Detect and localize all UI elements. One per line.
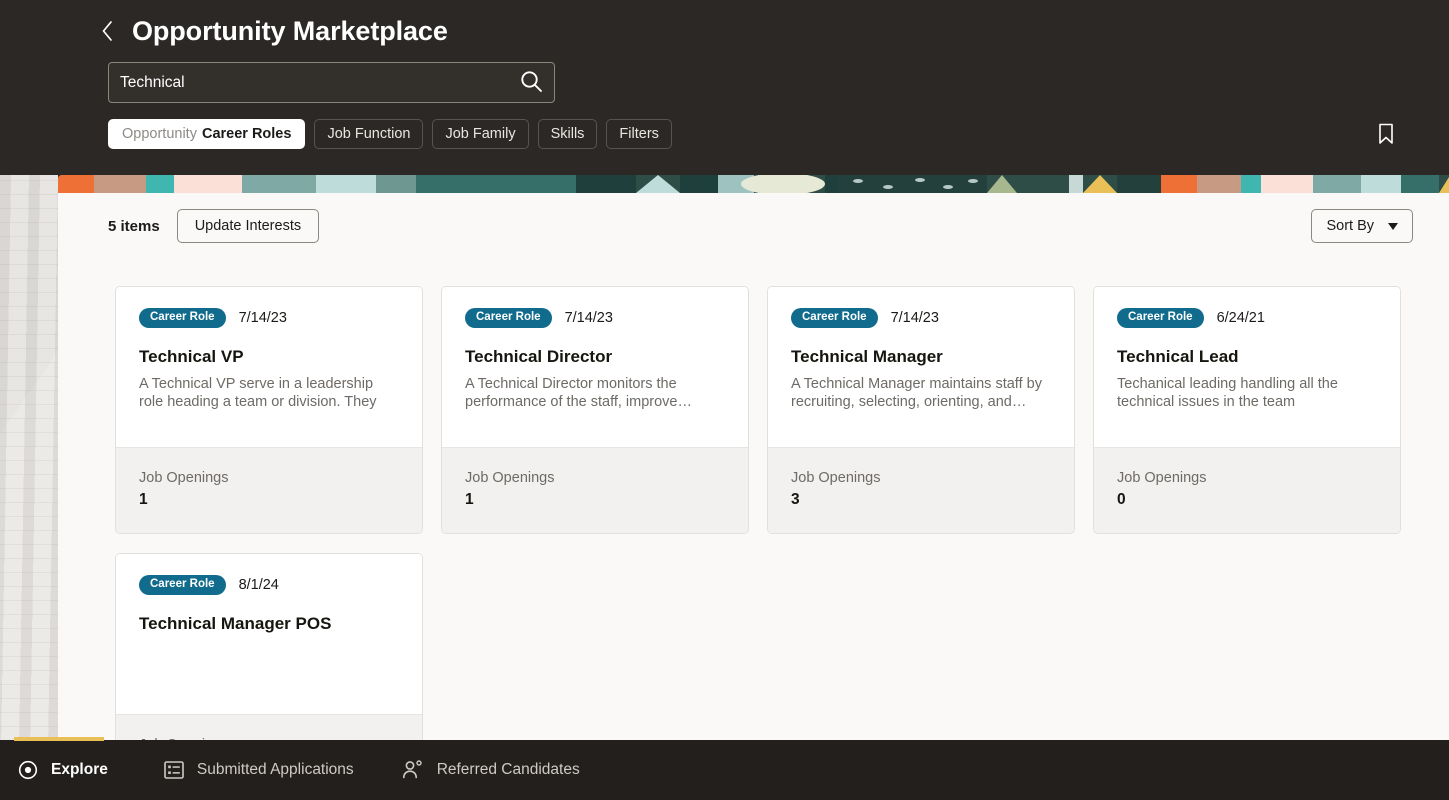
target-eye-icon bbox=[16, 758, 40, 782]
card-description: A Technical Director monitors the perfor… bbox=[465, 375, 693, 411]
app-screen: Opportunity Marketplace Opportunity Care… bbox=[0, 0, 1449, 800]
pill-job-family[interactable]: Job Family bbox=[432, 119, 529, 149]
status-badge: Career Role bbox=[139, 308, 226, 328]
card-description: Techanical leading handling all the tech… bbox=[1117, 375, 1338, 411]
card-top: Career Role 8/1/24 Technical Manager POS bbox=[116, 554, 422, 714]
card-footer: Job Openings 0 bbox=[1094, 447, 1400, 533]
nav-item-referred-candidates[interactable]: Referred Candidates bbox=[400, 740, 602, 800]
card-title: Technical VP bbox=[139, 346, 244, 366]
panel-body: 5 items Update Interests Sort By Career … bbox=[58, 193, 1449, 740]
job-openings-label: Job Openings bbox=[465, 470, 555, 486]
bottom-navigation: Explore Submitted Applications Referred … bbox=[0, 740, 1449, 800]
nav-label: Explore bbox=[51, 761, 108, 778]
nav-item-submitted-applications[interactable]: Submitted Applications bbox=[162, 740, 376, 800]
search-button[interactable] bbox=[508, 63, 554, 102]
update-interests-button[interactable]: Update Interests bbox=[176, 209, 320, 243]
items-count: 5 items bbox=[108, 217, 160, 235]
card-description: A Technical VP serve in a leadership rol… bbox=[139, 375, 377, 411]
card-meta: Career Role 7/14/23 bbox=[791, 308, 1051, 328]
card-title: Technical Manager bbox=[791, 346, 943, 366]
card-date: 7/14/23 bbox=[890, 309, 939, 326]
card-grid: Career Role 7/14/23 Technical VP A Techn… bbox=[115, 286, 1405, 740]
main-panel: 5 items Update Interests Sort By Career … bbox=[58, 175, 1449, 740]
card-footer: Job Openings 3 bbox=[768, 447, 1074, 533]
job-openings-label: Job Openings bbox=[139, 470, 229, 486]
nav-item-explore[interactable]: Explore bbox=[16, 740, 108, 800]
card-technical-manager[interactable]: Career Role 7/14/23 Technical Manager A … bbox=[767, 286, 1075, 534]
sort-by-dropdown[interactable]: Sort By bbox=[1311, 209, 1413, 243]
nav-label: Submitted Applications bbox=[196, 761, 354, 778]
status-badge: Career Role bbox=[1117, 308, 1204, 328]
page-title: Opportunity Marketplace bbox=[132, 15, 448, 46]
pill-label: Skills bbox=[550, 126, 585, 142]
card-top: Career Role 7/14/23 Technical Manager A … bbox=[768, 287, 1074, 447]
top-header: Opportunity Marketplace Opportunity Care… bbox=[0, 0, 1449, 175]
job-openings-value: 1 bbox=[465, 491, 474, 509]
filter-pill-row: Opportunity Career Roles Job Function Jo… bbox=[108, 119, 672, 149]
card-technical-lead[interactable]: Career Role 6/24/21 Technical Lead Techa… bbox=[1093, 286, 1401, 534]
job-openings-value: 1 bbox=[139, 491, 148, 509]
pill-career-roles[interactable]: Opportunity Career Roles bbox=[108, 119, 306, 149]
card-title: Technical Lead bbox=[1117, 346, 1239, 366]
job-openings-label: Job Openings bbox=[1117, 470, 1207, 486]
card-footer: Job Openings 1 bbox=[442, 447, 748, 533]
status-badge: Career Role bbox=[139, 575, 226, 595]
card-footer: Job Openings 0 bbox=[116, 714, 422, 740]
texture-pattern bbox=[0, 175, 58, 740]
card-title: Technical Manager POS bbox=[139, 613, 332, 633]
card-meta: Career Role 8/1/24 bbox=[139, 575, 399, 595]
people-icon bbox=[400, 758, 426, 782]
card-technical-manager-pos[interactable]: Career Role 8/1/24 Technical Manager POS… bbox=[115, 553, 423, 740]
card-footer: Job Openings 1 bbox=[116, 447, 422, 533]
card-technical-director[interactable]: Career Role 7/14/23 Technical Director A… bbox=[441, 286, 749, 534]
left-background-texture bbox=[0, 175, 58, 740]
card-date: 6/24/21 bbox=[1216, 309, 1265, 326]
pill-label: Career Roles bbox=[201, 126, 292, 142]
chevron-down-icon bbox=[1388, 222, 1398, 230]
card-date: 8/1/24 bbox=[238, 576, 279, 593]
card-top: Career Role 7/14/23 Technical Director A… bbox=[442, 287, 748, 447]
card-technical-vp[interactable]: Career Role 7/14/23 Technical VP A Techn… bbox=[115, 286, 423, 534]
card-date: 7/14/23 bbox=[238, 309, 287, 326]
results-toolbar: 5 items Update Interests Sort By bbox=[108, 208, 1413, 244]
card-title: Technical Director bbox=[465, 346, 613, 366]
decorative-banner bbox=[58, 175, 1449, 193]
status-badge: Career Role bbox=[791, 308, 878, 328]
status-badge: Career Role bbox=[465, 308, 552, 328]
job-openings-value: 0 bbox=[1117, 491, 1126, 509]
pill-skills[interactable]: Skills bbox=[537, 119, 598, 149]
card-meta: Career Role 7/14/23 bbox=[139, 308, 399, 328]
list-icon bbox=[162, 758, 186, 782]
card-meta: Career Role 6/24/21 bbox=[1117, 308, 1377, 328]
update-interests-label: Update Interests bbox=[194, 218, 302, 234]
job-openings-label: Job Openings bbox=[791, 470, 881, 486]
pill-job-function[interactable]: Job Function bbox=[314, 119, 424, 149]
pill-label: Job Family bbox=[445, 126, 516, 142]
search-icon bbox=[519, 69, 544, 97]
job-openings-value: 3 bbox=[791, 491, 800, 509]
title-row: Opportunity Marketplace bbox=[96, 14, 448, 48]
active-tab-indicator bbox=[14, 737, 104, 741]
pill-prefix: Opportunity bbox=[122, 126, 197, 142]
card-description: A Technical Manager maintains staff by r… bbox=[791, 375, 1042, 411]
back-chevron-icon[interactable] bbox=[96, 14, 118, 48]
pill-label: Filters bbox=[619, 126, 659, 142]
search-bar[interactable] bbox=[108, 62, 555, 103]
bookmark-icon bbox=[1376, 122, 1396, 149]
pill-label: Job Function bbox=[327, 126, 411, 142]
search-input[interactable] bbox=[109, 63, 508, 102]
card-meta: Career Role 7/14/23 bbox=[465, 308, 725, 328]
sort-by-label: Sort By bbox=[1326, 218, 1374, 234]
card-top: Career Role 6/24/21 Technical Lead Techa… bbox=[1094, 287, 1400, 447]
pill-filters[interactable]: Filters bbox=[606, 119, 672, 149]
nav-label: Referred Candidates bbox=[436, 761, 580, 778]
bookmark-button[interactable] bbox=[1371, 120, 1401, 150]
card-date: 7/14/23 bbox=[564, 309, 613, 326]
card-top: Career Role 7/14/23 Technical VP A Techn… bbox=[116, 287, 422, 447]
